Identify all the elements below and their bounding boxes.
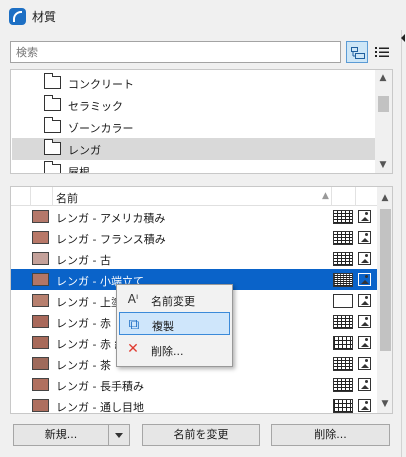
duplicate-icon: ⧉ [128,315,140,333]
material-name: レンガ - 通し目地 [56,401,144,414]
texture-image-icon[interactable] [358,357,371,370]
list-view-icon [375,47,389,57]
texture-image-icon[interactable] [358,294,371,307]
hatch-pattern-icon [333,399,353,413]
color-swatch [32,210,49,223]
app-logo-icon [9,8,26,25]
texture-image-icon[interactable] [358,378,371,391]
texture-image-icon[interactable] [358,273,371,286]
list-header: 名前 ▲ [11,187,377,206]
folder-label: セラミック [68,100,123,113]
hatch-pattern-icon [333,336,353,350]
color-swatch [32,273,49,286]
list-item[interactable]: レンガ - アメリカ積み [11,206,377,227]
column-divider [52,187,53,206]
material-name: レンガ - フランス積み [56,233,166,246]
scroll-down-icon[interactable]: ▼ [377,397,392,411]
folder-item-roof[interactable]: 屋根 [12,160,375,174]
material-name: レンガ - 古 [56,254,111,267]
palette-collapse-strip[interactable] [401,30,406,457]
hatch-pattern-icon [333,252,353,266]
context-menu: Aᴵ 名前変更 ⧉ 複製 ✕ 削除... [116,284,233,367]
color-swatch [32,315,49,328]
menu-item-delete[interactable]: ✕ 削除... [119,338,230,361]
material-name: レンガ - 赤 [56,317,111,330]
folder-label: レンガ [68,144,101,157]
list-item[interactable]: レンガ - 通し目地 [11,395,377,414]
scroll-thumb[interactable] [380,209,391,351]
hatch-pattern-icon [333,315,353,329]
rename-button[interactable]: 名前を変更 [142,424,260,446]
menu-item-duplicate[interactable]: ⧉ 複製 [119,312,230,335]
color-swatch [32,294,49,307]
texture-image-icon[interactable] [358,315,371,328]
list-view-button[interactable] [371,41,393,63]
column-divider [355,187,356,206]
texture-image-icon[interactable] [358,231,371,244]
material-name: レンガ - 長手積み [56,380,144,393]
folder-label: ゾーンカラー [68,122,134,135]
color-swatch [32,252,49,265]
scroll-thumb[interactable] [378,96,389,112]
texture-image-icon[interactable] [358,252,371,265]
search-input[interactable] [11,42,340,62]
color-swatch [32,378,49,391]
scroll-up-icon[interactable]: ▲ [375,71,391,85]
menu-item-label: 名前変更 [151,295,195,308]
list-item[interactable]: レンガ - フランス積み [11,227,377,248]
folder-icon [44,139,61,155]
scroll-up-icon[interactable]: ▲ [377,191,392,205]
new-button[interactable]: 新規... [13,424,109,446]
tree-view-button[interactable] [346,41,368,63]
folder-icon [44,95,61,111]
list-scrollbar[interactable]: ▲ ▼ [377,187,392,413]
rename-icon: Aᴵ [127,292,139,306]
scroll-down-icon[interactable]: ▼ [375,158,391,172]
folder-label: コンクリート [68,78,134,91]
material-name: レンガ - 上塗 [56,296,122,309]
hatch-pattern-icon [333,273,353,287]
window-title: 材質 [32,10,57,24]
color-swatch [32,336,49,349]
tree-view-icon [351,47,365,59]
folder-scrollbar[interactable]: ▲ ▼ [375,70,392,173]
folder-item-ceramic[interactable]: セラミック [12,94,375,116]
folder-item-brick[interactable]: レンガ [12,138,375,160]
new-dropdown-arrow-icon[interactable] [108,424,130,446]
texture-image-icon[interactable] [358,210,371,223]
hatch-pattern-icon [333,378,353,392]
texture-image-icon[interactable] [358,336,371,349]
hatch-pattern-icon [333,294,353,308]
list-item[interactable]: レンガ - 古 [11,248,377,269]
list-item[interactable]: レンガ - 長手積み [11,374,377,395]
column-divider [30,187,31,206]
material-name: レンガ - アメリカ積み [56,212,166,225]
hatch-pattern-icon [333,210,353,224]
sort-ascending-icon[interactable]: ▲ [322,191,329,201]
folder-item-zone-color[interactable]: ゾーンカラー [12,116,375,138]
color-swatch [32,231,49,244]
material-name: レンガ - 茶 [56,359,111,372]
menu-item-label: 複製 [152,320,174,333]
collapse-arrow-icon[interactable] [401,34,405,42]
folder-icon [44,161,61,173]
folder-item-concrete[interactable]: コンクリート [12,72,375,94]
texture-image-icon[interactable] [358,399,371,412]
column-divider [331,187,332,206]
menu-item-label: 削除... [151,345,184,358]
folder-icon [44,117,61,133]
delete-icon: ✕ [127,341,139,357]
folder-tree: コンクリート セラミック ゾーンカラー レンガ 屋根 ▲ ▼ [10,69,393,174]
color-swatch [32,399,49,412]
folder-label: 屋根 [68,166,90,174]
hatch-pattern-icon [333,357,353,371]
hatch-pattern-icon [333,231,353,245]
folder-icon [44,73,61,89]
menu-item-rename[interactable]: Aᴵ 名前変更 [119,288,230,311]
search-field[interactable] [10,41,341,63]
color-swatch [32,357,49,370]
name-column-header[interactable]: 名前 [56,190,78,206]
title-bar: 材質 [0,0,406,30]
delete-button[interactable]: 削除... [271,424,390,446]
